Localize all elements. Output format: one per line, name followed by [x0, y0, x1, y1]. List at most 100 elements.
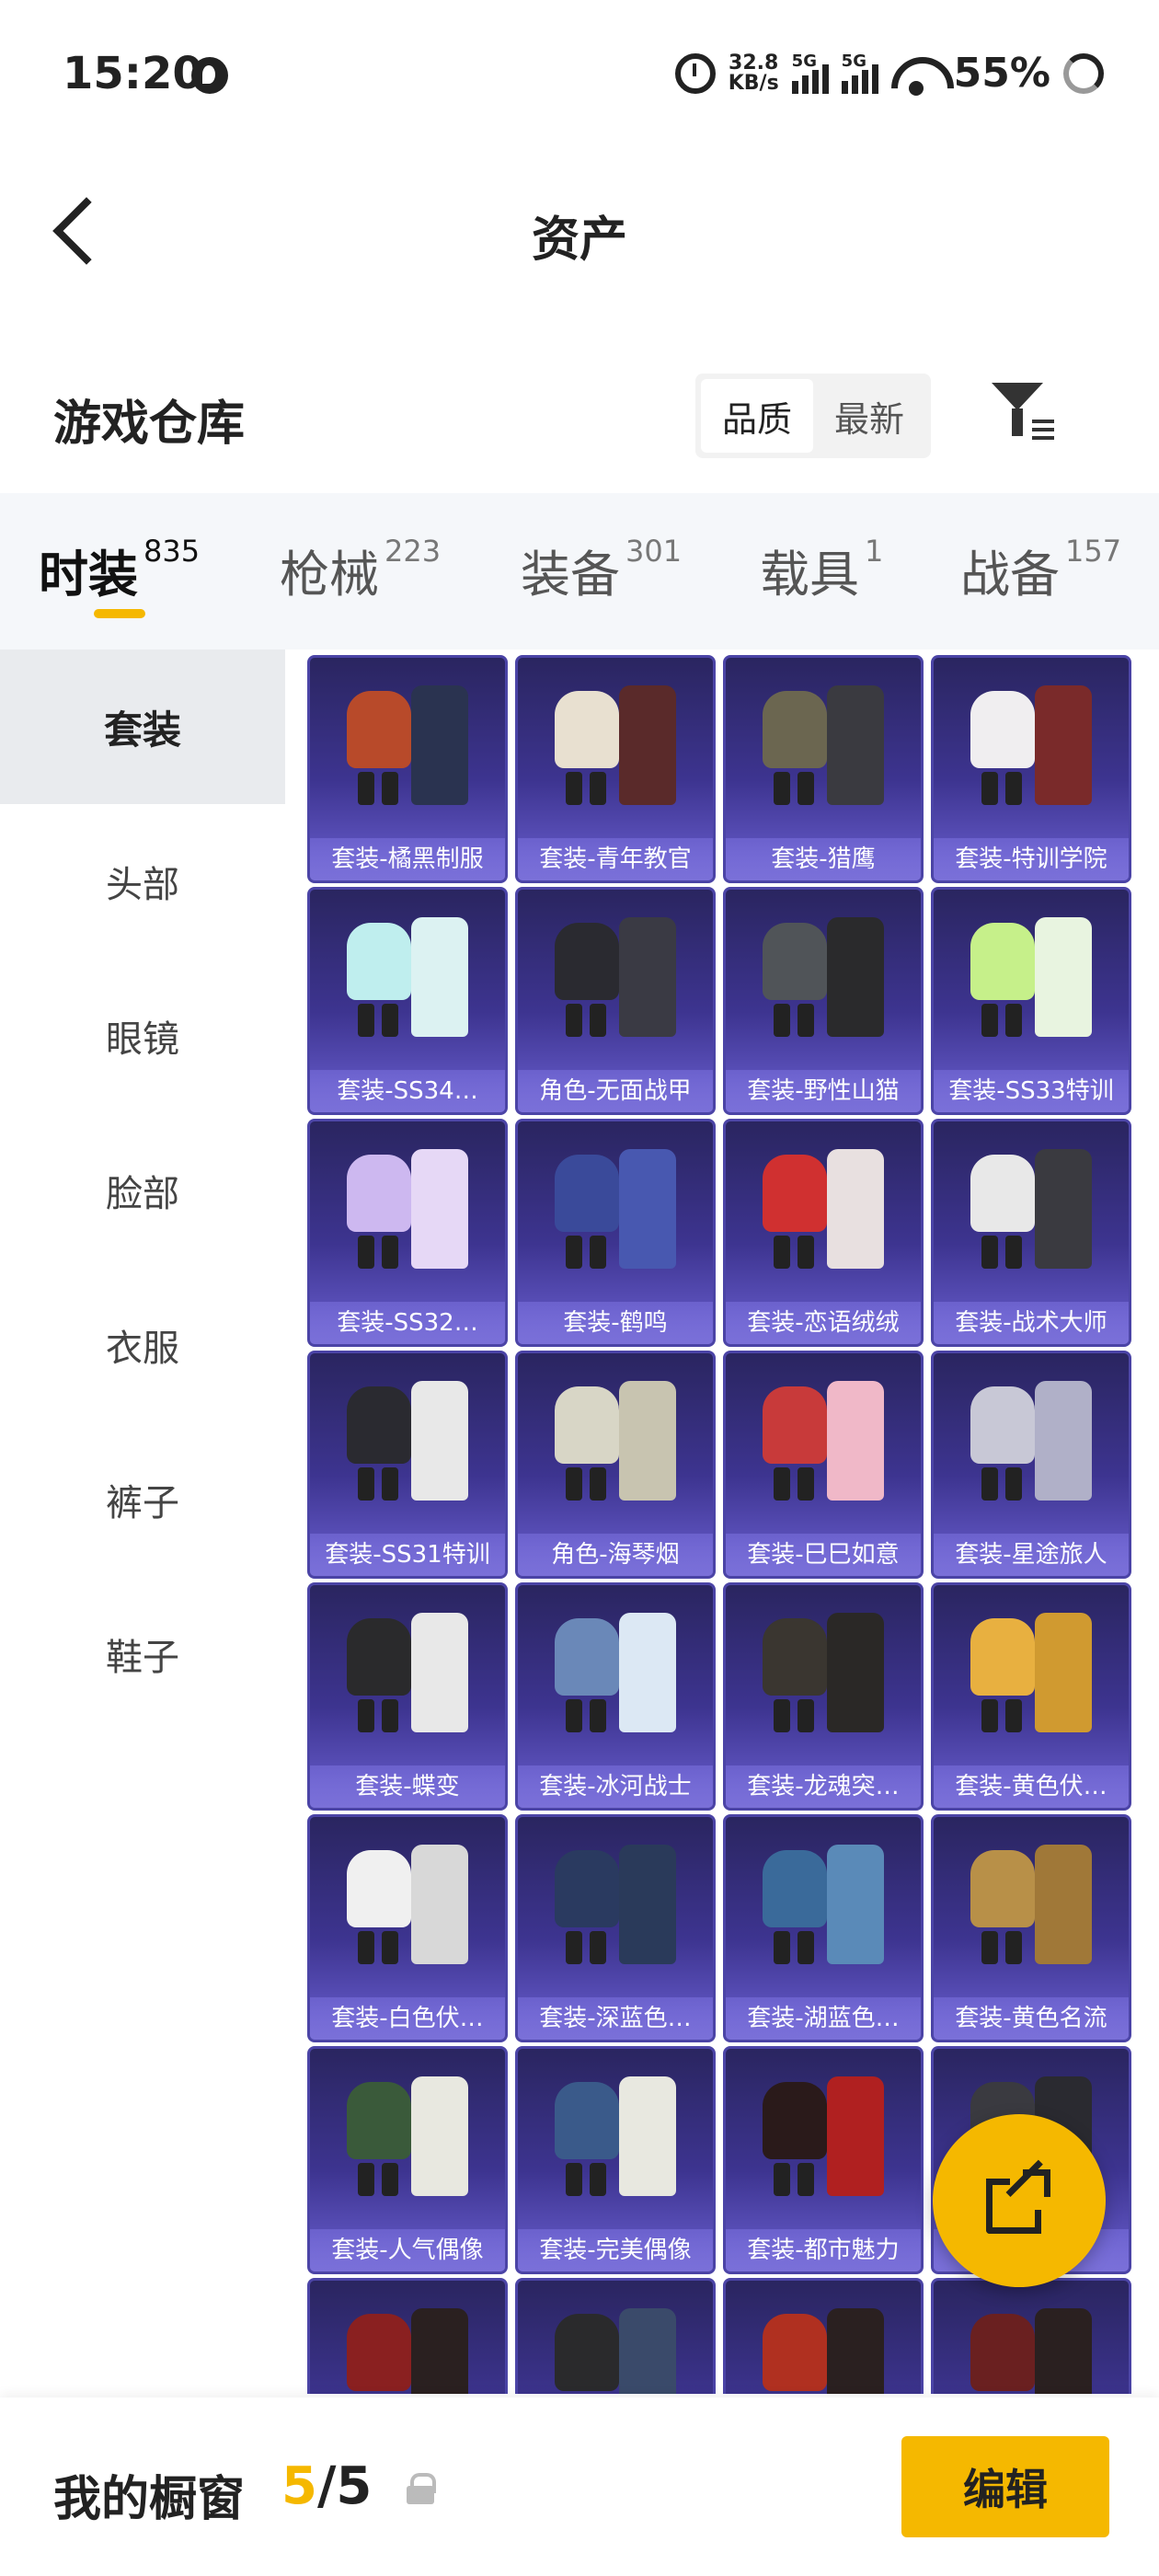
item-thumbnail	[759, 1841, 893, 1988]
item-card[interactable]: 套装-SS32…	[307, 1119, 508, 1347]
item-thumbnail	[967, 1841, 1101, 1988]
edit-button[interactable]: 编辑	[901, 2436, 1109, 2537]
item-card[interactable]: 套装-黄色伏…	[931, 1582, 1131, 1811]
item-thumbnail	[759, 1609, 893, 1756]
lock-icon	[407, 2473, 436, 2504]
item-thumbnail	[343, 1609, 477, 1756]
sort-latest-option[interactable]: 最新	[813, 379, 925, 453]
item-label: 套装-龙魂突…	[726, 1765, 921, 1808]
item-card[interactable]: 套装-都市魅力	[723, 2046, 924, 2274]
item-thumbnail	[343, 2305, 477, 2394]
sidebar-item-face[interactable]: 脸部	[0, 1113, 285, 1268]
item-card[interactable]: 角色-无面战甲	[515, 887, 716, 1115]
item-card[interactable]: 套装-橘黑制服	[307, 655, 508, 883]
item-card[interactable]: 套装-蝶变	[307, 1582, 508, 1811]
item-card[interactable]	[931, 2278, 1131, 2394]
item-card[interactable]: 套装-深蓝色…	[515, 1814, 716, 2042]
item-card[interactable]: 套装-SS33特训	[931, 887, 1131, 1115]
item-thumbnail	[343, 1377, 477, 1524]
item-card[interactable]: 套装-黄色名流	[931, 1814, 1131, 2042]
item-label: 套装-湖蓝色…	[726, 1997, 921, 2040]
item-thumbnail	[759, 1377, 893, 1524]
tab-label: 装备	[521, 546, 620, 604]
item-label: 角色-海琴烟	[518, 1534, 713, 1576]
tab-label: 战备	[960, 546, 1060, 604]
item-thumbnail	[551, 1377, 685, 1524]
item-label: 套装-鹤鸣	[518, 1302, 713, 1344]
item-card[interactable]: 套装-完美偶像	[515, 2046, 716, 2274]
tab-guns[interactable]: 枪械 223	[280, 534, 441, 606]
item-thumbnail	[967, 2305, 1101, 2394]
item-label: 套装-黄色名流	[934, 1997, 1129, 2040]
item-label: 套装-恋语绒绒	[726, 1302, 921, 1344]
item-thumbnail	[551, 2305, 685, 2394]
battery-ring-icon	[1063, 52, 1104, 94]
speed-unit: KB/s	[728, 71, 779, 95]
sort-quality-option[interactable]: 品质	[701, 379, 813, 453]
tab-equipment[interactable]: 装备 301	[521, 534, 682, 606]
sidebar-item-pants[interactable]: 裤子	[0, 1422, 285, 1577]
item-thumbnail	[967, 1609, 1101, 1756]
item-card[interactable]: 套装-龙魂突…	[723, 1582, 924, 1811]
sidebar-item-shoes[interactable]: 鞋子	[0, 1577, 285, 1731]
item-thumbnail	[759, 914, 893, 1061]
tab-label: 载具	[760, 546, 859, 604]
tab-vehicles[interactable]: 载具 1	[760, 534, 883, 606]
item-card[interactable]	[515, 2278, 716, 2394]
item-card[interactable]: 套装-星途旅人	[931, 1351, 1131, 1579]
item-card[interactable]	[723, 2278, 924, 2394]
item-thumbnail	[759, 682, 893, 829]
item-label: 套装-战术大师	[934, 1302, 1129, 1344]
item-label: 套装-野性山猫	[726, 1070, 921, 1112]
item-card[interactable]: 套装-湖蓝色…	[723, 1814, 924, 2042]
item-card[interactable]: 套装-特训学院	[931, 655, 1131, 883]
speed-value: 32.8	[729, 51, 779, 75]
item-label: 套装-SS34…	[310, 1070, 505, 1112]
item-thumbnail	[551, 1145, 685, 1293]
section-header: 游戏仓库 品质 最新	[0, 359, 1159, 469]
item-card[interactable]: 套装-青年教官	[515, 655, 716, 883]
item-label: 角色-无面战甲	[518, 1070, 713, 1112]
sidebar-item-glasses[interactable]: 眼镜	[0, 959, 285, 1113]
item-card[interactable]: 套装-SS31特训	[307, 1351, 508, 1579]
tab-count: 301	[625, 534, 683, 569]
item-card[interactable]: 角色-海琴烟	[515, 1351, 716, 1579]
item-card[interactable]: 套装-人气偶像	[307, 2046, 508, 2274]
item-card[interactable]: 套装-巳巳如意	[723, 1351, 924, 1579]
tab-tactical[interactable]: 战备 157	[960, 534, 1121, 606]
item-label: 套装-完美偶像	[518, 2229, 713, 2271]
alarm-icon	[674, 52, 716, 94]
item-thumbnail	[551, 1841, 685, 1988]
item-card[interactable]: 套装-战术大师	[931, 1119, 1131, 1347]
tab-fashion[interactable]: 时装 835	[39, 534, 200, 606]
item-card[interactable]: 套装-恋语绒绒	[723, 1119, 924, 1347]
item-label: 套装-都市魅力	[726, 2229, 921, 2271]
share-button[interactable]	[933, 2114, 1106, 2287]
tab-label: 枪械	[280, 546, 379, 604]
share-icon	[986, 2159, 1050, 2234]
sidebar-item-suit[interactable]: 套装	[0, 650, 285, 804]
item-card[interactable]: 套装-猎鹰	[723, 655, 924, 883]
signal-label: 5G	[841, 51, 866, 71]
sidebar-item-head[interactable]: 头部	[0, 804, 285, 959]
page-title: 资产	[531, 213, 627, 268]
sidebar: 套装 头部 眼镜 脸部 衣服 裤子 鞋子	[0, 650, 285, 2552]
item-label: 套装-橘黑制服	[310, 838, 505, 880]
showcase-count: 5/5	[281, 2456, 372, 2516]
item-label: 套装-特训学院	[934, 838, 1129, 880]
item-thumbnail	[759, 2305, 893, 2394]
filter-icon[interactable]	[992, 383, 1054, 445]
sort-toggle: 品质 最新	[695, 374, 931, 458]
tab-count: 157	[1065, 534, 1122, 569]
item-label: 套装-星途旅人	[934, 1534, 1129, 1576]
showcase-title: 我的橱窗	[53, 2472, 246, 2527]
item-card[interactable]: 套装-鹤鸣	[515, 1119, 716, 1347]
item-card[interactable]: 套装-白色伏…	[307, 1814, 508, 2042]
sidebar-item-clothes[interactable]: 衣服	[0, 1268, 285, 1422]
item-thumbnail	[551, 1609, 685, 1756]
item-card[interactable]	[307, 2278, 508, 2394]
item-card[interactable]: 套装-野性山猫	[723, 887, 924, 1115]
item-card[interactable]: 套装-冰河战士	[515, 1582, 716, 1811]
item-thumbnail	[551, 2073, 685, 2220]
item-card[interactable]: 套装-SS34…	[307, 887, 508, 1115]
